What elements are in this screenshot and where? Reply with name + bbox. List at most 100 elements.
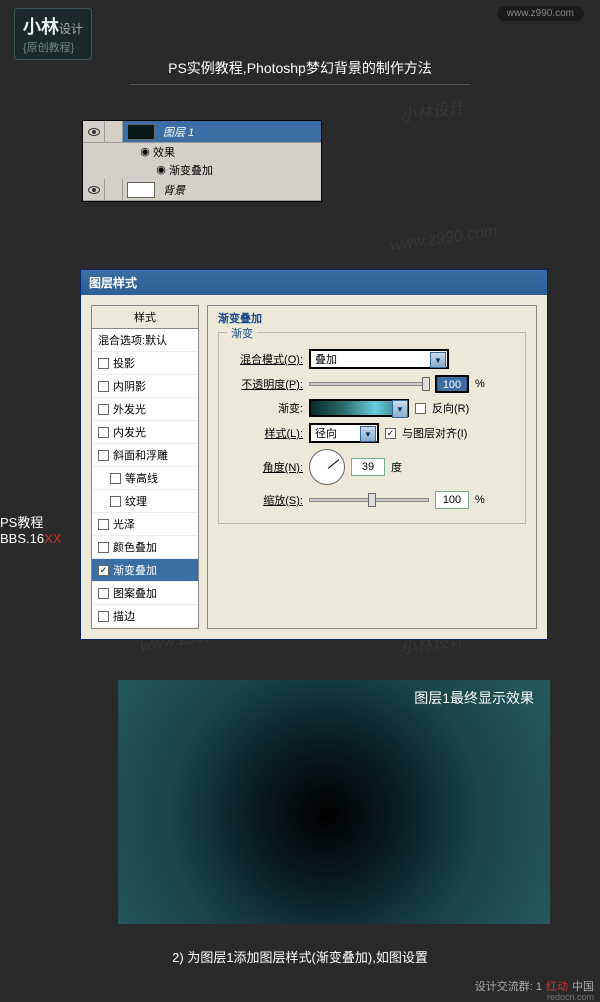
- checkbox[interactable]: [98, 542, 109, 553]
- percent-label: %: [475, 494, 485, 506]
- result-preview: 图层1最终显示效果: [118, 680, 550, 924]
- eye-icon[interactable]: ◉: [153, 163, 169, 176]
- style-label: 渐变叠加: [113, 562, 157, 578]
- eye-icon: [88, 186, 100, 194]
- eye-icon[interactable]: ◉: [137, 145, 153, 158]
- checkbox[interactable]: [110, 496, 121, 507]
- side-line2a: BBS.16: [0, 531, 44, 546]
- reverse-checkbox[interactable]: [415, 403, 426, 414]
- side-line1: PS教程: [0, 512, 61, 531]
- style-texture[interactable]: 纹理: [92, 490, 198, 513]
- scale-slider[interactable]: [309, 498, 429, 502]
- checkbox[interactable]: [98, 611, 109, 622]
- fieldset-label: 渐变: [227, 325, 257, 341]
- style-gradient-overlay[interactable]: 渐变叠加: [92, 559, 198, 582]
- checkbox[interactable]: [98, 427, 109, 438]
- style-contour[interactable]: 等高线: [92, 467, 198, 490]
- step-caption: 2) 为图层1添加图层样式(渐变叠加),如图设置: [0, 947, 600, 966]
- layer-effects-row[interactable]: ◉ 效果: [83, 143, 321, 161]
- watermark: 小林设计: [399, 94, 466, 127]
- checkbox[interactable]: [98, 565, 109, 576]
- layer-row-layer1[interactable]: 图层 1: [83, 121, 321, 143]
- checkbox[interactable]: [98, 404, 109, 415]
- opacity-slider[interactable]: [309, 382, 429, 386]
- select-value: 叠加: [315, 351, 337, 367]
- logo-main: 小林: [23, 17, 59, 37]
- slider-thumb[interactable]: [368, 493, 376, 507]
- opacity-input[interactable]: 100: [435, 375, 469, 393]
- checkbox[interactable]: [98, 450, 109, 461]
- visibility-toggle[interactable]: [83, 179, 105, 200]
- opacity-label: 不透明度(P):: [227, 376, 303, 392]
- result-label: 图层1最终显示效果: [414, 688, 534, 708]
- select-value: 径向: [315, 425, 337, 441]
- layers-panel: 图层 1 ◉ 效果 ◉ 渐变叠加 背景: [82, 120, 322, 202]
- footer-url: redocn.com: [547, 992, 594, 1002]
- style-bevel[interactable]: 斜面和浮雕: [92, 444, 198, 467]
- author-logo: 小林设计 {原创教程}: [14, 8, 92, 60]
- style-label: 内阴影: [113, 378, 146, 394]
- header-url: www.z990.com: [497, 6, 584, 21]
- chevron-down-icon: ▼: [392, 400, 408, 418]
- layer-effect-gradient[interactable]: ◉ 渐变叠加: [83, 161, 321, 179]
- slider-thumb[interactable]: [422, 377, 430, 391]
- style-label: 等高线: [125, 470, 158, 486]
- layer-thumbnail[interactable]: [127, 124, 155, 140]
- style-inner-shadow[interactable]: 内阴影: [92, 375, 198, 398]
- chevron-down-icon: ▼: [430, 352, 446, 368]
- style-color-overlay[interactable]: 颜色叠加: [92, 536, 198, 559]
- style-label: 纹理: [125, 493, 147, 509]
- checkbox[interactable]: [98, 588, 109, 599]
- blend-mode-select[interactable]: 叠加 ▼: [309, 349, 449, 369]
- link-col[interactable]: [105, 179, 123, 200]
- eye-icon: [88, 128, 100, 136]
- checkbox[interactable]: [98, 519, 109, 530]
- checkbox[interactable]: [98, 358, 109, 369]
- logo-tag: {原创教程}: [23, 39, 83, 55]
- blend-mode-label: 混合模式(O):: [227, 351, 303, 367]
- checkbox[interactable]: [110, 473, 121, 484]
- style-outer-glow[interactable]: 外发光: [92, 398, 198, 421]
- chevron-down-icon: ▼: [360, 426, 376, 442]
- style-blend-options[interactable]: 混合选项:默认: [92, 329, 198, 352]
- layer-thumbnail[interactable]: [127, 182, 155, 198]
- side-text: PS教程 BBS.16XX: [0, 512, 61, 546]
- style-label: 图案叠加: [113, 585, 157, 601]
- percent-label: %: [475, 378, 485, 390]
- gradient-label: 渐变:: [227, 400, 303, 416]
- style-drop-shadow[interactable]: 投影: [92, 352, 198, 375]
- style-label: 斜面和浮雕: [113, 447, 168, 463]
- style-label: 颜色叠加: [113, 539, 157, 555]
- gradient-style-select[interactable]: 径向 ▼: [309, 423, 379, 443]
- layer-name: 背景: [159, 182, 185, 198]
- link-col[interactable]: [105, 121, 123, 142]
- layer-row-background[interactable]: 背景: [83, 179, 321, 201]
- visibility-toggle[interactable]: [83, 121, 105, 142]
- gradient-picker[interactable]: ▼: [309, 399, 409, 417]
- checkbox[interactable]: [98, 381, 109, 392]
- angle-dial[interactable]: [309, 449, 345, 485]
- layer-style-dialog: 图层样式 样式 混合选项:默认 投影 内阴影 外发光 内发光 斜面和浮雕 等高线…: [80, 269, 548, 640]
- settings-panel: 渐变叠加 渐变 混合模式(O): 叠加 ▼ 不透明度(P): 100 %: [207, 305, 537, 629]
- style-label: 描边: [113, 608, 135, 624]
- style-label: 内发光: [113, 424, 146, 440]
- style-label: 外发光: [113, 401, 146, 417]
- logo-sub: 设计: [59, 22, 83, 36]
- styles-header: 样式: [92, 306, 198, 329]
- footer-text: 设计交流群: 1: [475, 978, 542, 994]
- style-inner-glow[interactable]: 内发光: [92, 421, 198, 444]
- style-stroke[interactable]: 描边: [92, 605, 198, 628]
- style-label: 光泽: [113, 516, 135, 532]
- scale-label: 缩放(S):: [227, 492, 303, 508]
- style-pattern-overlay[interactable]: 图案叠加: [92, 582, 198, 605]
- angle-input[interactable]: 39: [351, 458, 385, 476]
- style-satin[interactable]: 光泽: [92, 513, 198, 536]
- effects-label: 效果: [153, 144, 175, 160]
- align-checkbox[interactable]: [385, 428, 396, 439]
- reverse-label: 反向(R): [432, 400, 469, 416]
- angle-label: 角度(N):: [227, 459, 303, 475]
- dialog-titlebar[interactable]: 图层样式: [81, 270, 547, 295]
- scale-input[interactable]: 100: [435, 491, 469, 509]
- style-label: 投影: [113, 355, 135, 371]
- gradient-fieldset: 渐变 混合模式(O): 叠加 ▼ 不透明度(P): 100 % 渐变:: [218, 332, 526, 524]
